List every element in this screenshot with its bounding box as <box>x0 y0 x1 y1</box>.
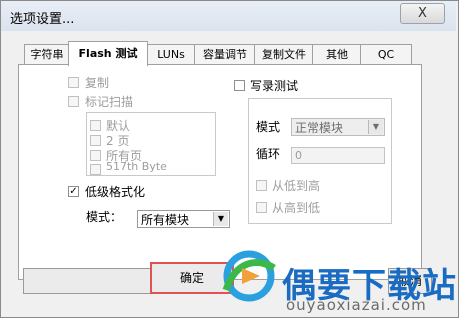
high-to-low-checkbox[interactable] <box>256 202 267 213</box>
chevron-down-icon: ▼ <box>213 212 228 226</box>
loop-input[interactable]: 0 <box>291 147 385 164</box>
low-to-high-label: 从低到高 <box>272 179 321 193</box>
517th-byte-label: 517th Byte <box>106 160 167 173</box>
tab-copy-files[interactable]: 复制文件 <box>254 44 314 65</box>
tab-flash-test[interactable]: Flash 测试 <box>68 41 148 66</box>
copy-checkbox[interactable] <box>68 77 79 88</box>
mode-label-left: 模式： <box>86 210 123 224</box>
copy-label: 复制 <box>85 76 110 90</box>
watermark-url: ouyaoxiazai.com <box>286 296 427 314</box>
low-to-high-checkbox[interactable] <box>256 180 267 191</box>
mode-label-right: 模式 <box>256 120 281 134</box>
tab-strings[interactable]: 字符串 <box>24 44 70 65</box>
mode-select-right-value: 正常模块 <box>295 121 344 135</box>
default-checkbox[interactable] <box>90 120 101 131</box>
all-pages-checkbox[interactable] <box>90 150 101 161</box>
mode-select-left-value: 所有模块 <box>141 213 190 227</box>
mode-select-right[interactable]: 正常模块 ▼ <box>291 118 385 136</box>
mark-scan-checkbox[interactable] <box>68 96 79 107</box>
high-to-low-label: 从高到低 <box>272 201 321 215</box>
mode-select-left[interactable]: 所有模块 ▼ <box>137 210 230 228</box>
low-format-checkbox[interactable]: ✓ <box>68 186 79 197</box>
517th-byte-checkbox[interactable] <box>90 164 101 175</box>
tab-other[interactable]: 其他 <box>312 44 362 65</box>
watermark-logo-icon <box>222 250 276 302</box>
loop-label: 循环 <box>256 147 281 161</box>
close-icon: X <box>418 6 427 21</box>
tab-qc[interactable]: QC <box>360 44 412 65</box>
dialog-title: 选项设置... <box>10 12 75 27</box>
low-format-label: 低级格式化 <box>85 185 146 199</box>
left-button-bar <box>23 268 150 294</box>
tab-capacity-adjust[interactable]: 容量调节 <box>194 44 256 65</box>
chevron-down-icon: ▼ <box>368 120 383 134</box>
write-test-label: 写录测试 <box>250 79 299 93</box>
tab-luns[interactable]: LUNs <box>146 44 196 65</box>
two-pages-checkbox[interactable] <box>90 135 101 146</box>
close-button[interactable]: X <box>400 3 445 24</box>
mark-scan-label: 标记扫描 <box>85 95 134 109</box>
write-test-checkbox[interactable] <box>234 80 245 91</box>
